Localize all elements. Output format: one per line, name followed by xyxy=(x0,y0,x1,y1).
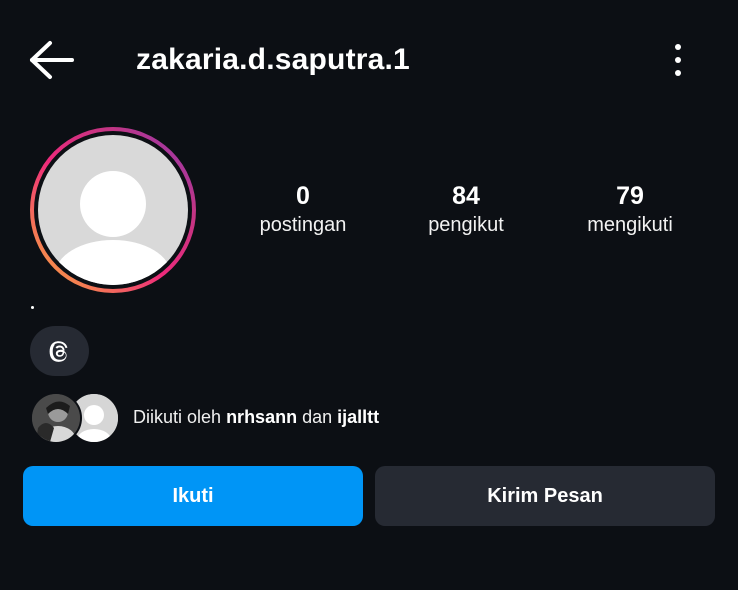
back-button[interactable] xyxy=(26,38,76,82)
more-options-button[interactable] xyxy=(662,38,694,82)
stat-following[interactable]: 79 mengikuti xyxy=(560,180,700,238)
mutual-followers-avatars[interactable] xyxy=(30,392,120,444)
threads-link-button[interactable] xyxy=(30,326,89,376)
more-vertical-icon xyxy=(675,44,681,50)
followed-by-conjunction: dan xyxy=(302,407,333,427)
profile-bio xyxy=(31,306,34,309)
following-count: 79 xyxy=(616,182,644,210)
send-message-button[interactable]: Kirim Pesan xyxy=(375,466,715,526)
follower-avatar xyxy=(30,392,82,444)
arrow-left-icon xyxy=(30,41,74,79)
stat-followers[interactable]: 84 pengikut xyxy=(396,180,536,238)
followed-by-prefix: Diikuti oleh xyxy=(133,407,222,427)
follow-button[interactable]: Ikuti xyxy=(23,466,363,526)
posts-count: 0 xyxy=(296,182,310,210)
more-dot xyxy=(675,70,681,76)
more-dot xyxy=(675,57,681,63)
profile-avatar[interactable] xyxy=(30,127,196,293)
followed-by-user-2[interactable]: ijalltt xyxy=(337,407,379,427)
follower-photo xyxy=(32,394,80,442)
profile-header: zakaria.d.saputra.1 xyxy=(0,0,738,120)
followed-by-text[interactable]: Diikuti oleh nrhsann dan ijalltt xyxy=(133,405,379,429)
following-label: mengikuti xyxy=(587,214,673,236)
posts-label: postingan xyxy=(259,214,347,236)
threads-icon xyxy=(49,341,68,362)
default-avatar-icon xyxy=(30,127,196,293)
stat-posts[interactable]: 0 postingan xyxy=(233,180,373,238)
followers-count: 84 xyxy=(452,182,480,210)
followers-label: pengikut xyxy=(428,214,504,236)
profile-username: zakaria.d.saputra.1 xyxy=(136,43,410,76)
followed-by-user-1[interactable]: nrhsann xyxy=(226,407,297,427)
